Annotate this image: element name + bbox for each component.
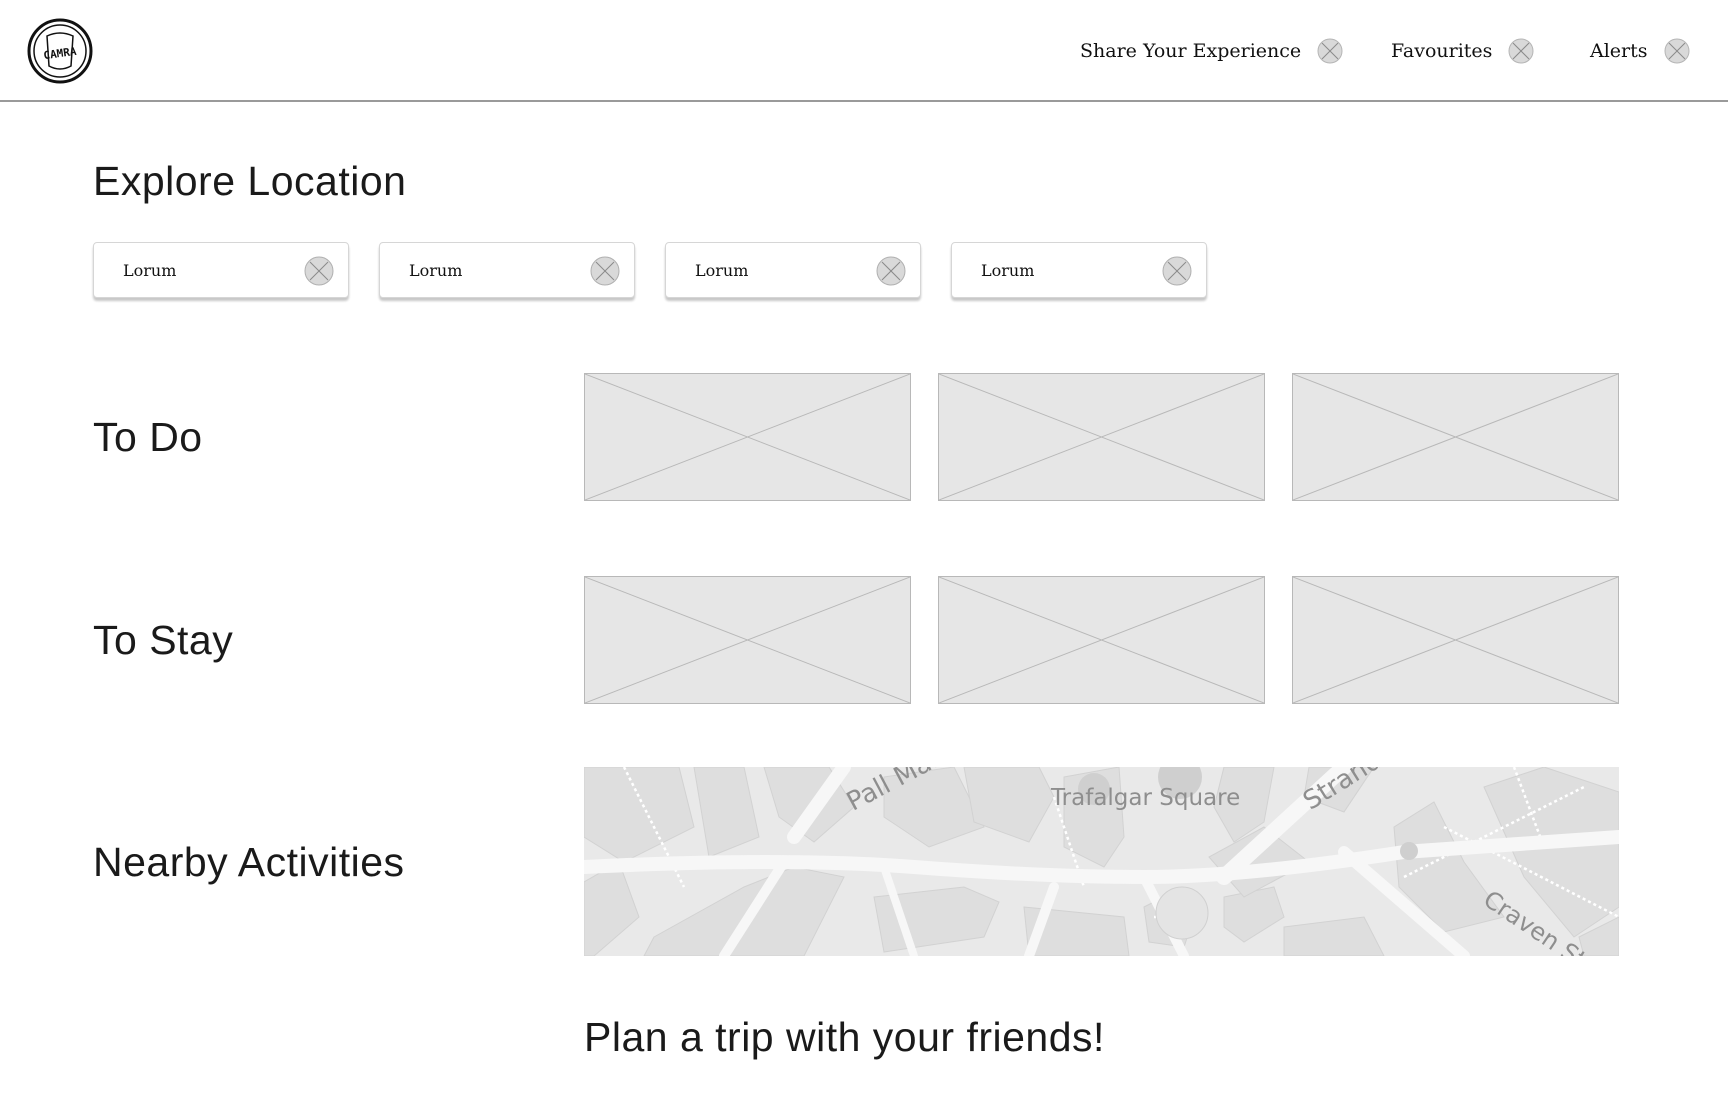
nav-favourites[interactable]: Favourites bbox=[1391, 36, 1534, 66]
section-title-to-stay: To Stay bbox=[93, 617, 234, 663]
image-placeholder-icon bbox=[1293, 577, 1618, 703]
close-icon[interactable] bbox=[1162, 256, 1192, 286]
filter-chip[interactable]: Lorum bbox=[665, 242, 921, 298]
section-title-nearby-activities: Nearby Activities bbox=[93, 839, 405, 885]
chip-label: Lorum bbox=[409, 261, 463, 280]
top-navigation-bar: CAMRA Share Your Experience Favourites A… bbox=[0, 0, 1728, 102]
nav-label: Alerts bbox=[1590, 40, 1648, 62]
to-do-image-placeholder[interactable] bbox=[584, 373, 911, 501]
image-placeholder-icon bbox=[939, 577, 1264, 703]
nav-alerts[interactable]: Alerts bbox=[1590, 36, 1690, 66]
nav-label: Share Your Experience bbox=[1080, 40, 1302, 62]
close-icon[interactable] bbox=[1508, 38, 1534, 64]
section-title-to-do: To Do bbox=[93, 414, 203, 460]
to-stay-image-placeholder[interactable] bbox=[938, 576, 1265, 704]
page: CAMRA Share Your Experience Favourites A… bbox=[0, 0, 1728, 1117]
nav-share-experience[interactable]: Share Your Experience bbox=[1080, 36, 1343, 66]
image-placeholder-icon bbox=[585, 374, 910, 500]
to-do-image-placeholder[interactable] bbox=[938, 373, 1265, 501]
close-icon[interactable] bbox=[876, 256, 906, 286]
chip-label: Lorum bbox=[123, 261, 177, 280]
close-icon[interactable] bbox=[1317, 38, 1343, 64]
to-stay-image-placeholder[interactable] bbox=[584, 576, 911, 704]
image-placeholder-icon bbox=[1293, 374, 1618, 500]
chip-label: Lorum bbox=[695, 261, 749, 280]
filter-chip[interactable]: Lorum bbox=[93, 242, 349, 298]
nearby-activities-map[interactable]: Pall Mall Trafalgar Square Strand Craven… bbox=[584, 767, 1619, 956]
filter-chip[interactable]: Lorum bbox=[379, 242, 635, 298]
close-icon[interactable] bbox=[590, 256, 620, 286]
chip-label: Lorum bbox=[981, 261, 1035, 280]
page-title: Explore Location bbox=[93, 158, 407, 204]
to-stay-image-placeholder[interactable] bbox=[1292, 576, 1619, 704]
map-label-trafalgar-square: Trafalgar Square bbox=[1051, 785, 1241, 811]
to-do-image-placeholder[interactable] bbox=[1292, 373, 1619, 501]
nav-label: Favourites bbox=[1391, 40, 1493, 62]
filter-chip[interactable]: Lorum bbox=[951, 242, 1207, 298]
image-placeholder-icon bbox=[585, 577, 910, 703]
image-placeholder-icon bbox=[939, 374, 1264, 500]
plan-trip-heading[interactable]: Plan a trip with your friends! bbox=[584, 1012, 1105, 1062]
close-icon[interactable] bbox=[304, 256, 334, 286]
camra-logo-icon[interactable]: CAMRA bbox=[27, 18, 93, 84]
close-icon[interactable] bbox=[1664, 38, 1690, 64]
